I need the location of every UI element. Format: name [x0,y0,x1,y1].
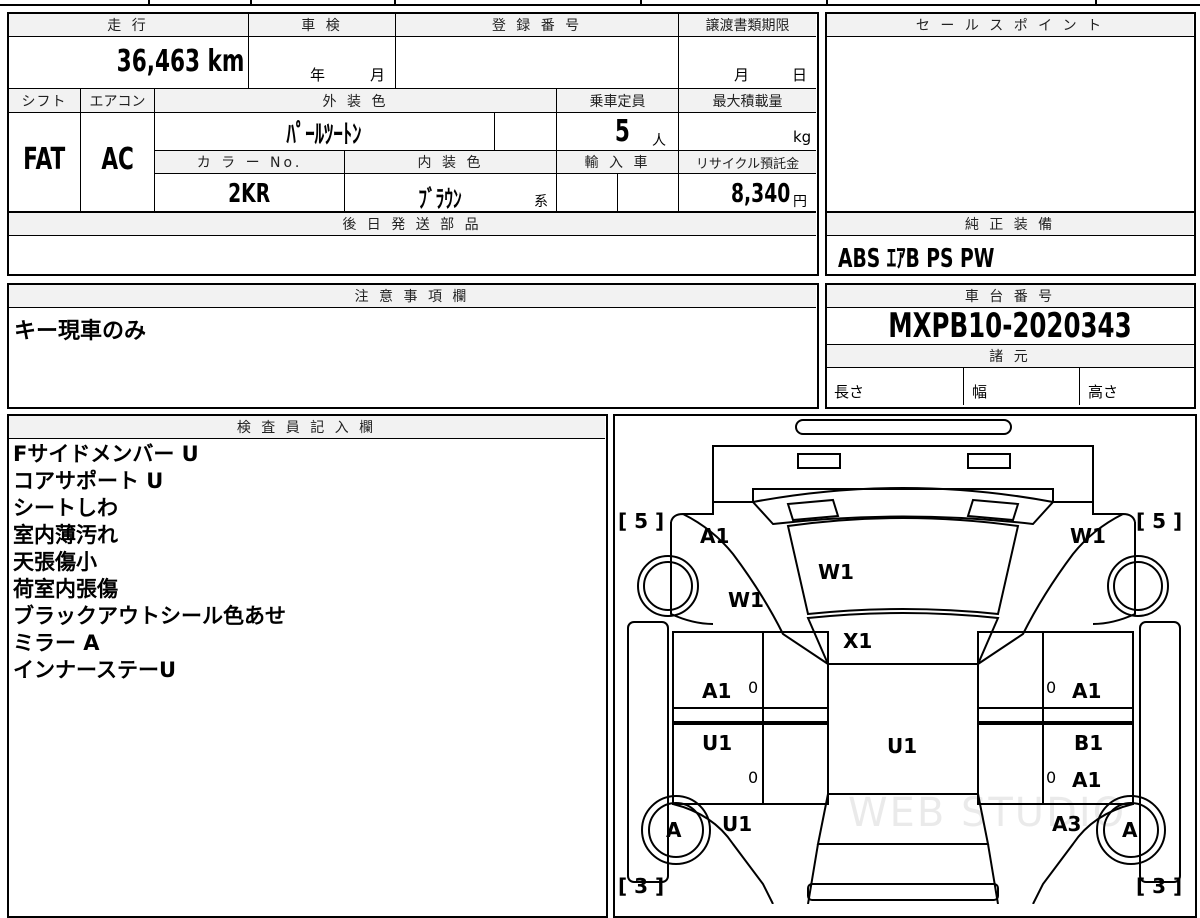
left-front-door-mark: 0 [748,678,759,697]
right-rear-door-mark: 0 [1046,768,1057,787]
damage-front-left-fender: A1 [700,524,730,548]
tire-front-right-label: [ 5 ] [1136,509,1183,533]
front-panel-shape [712,445,1094,503]
notes-value: キー現車のみ [14,319,147,344]
clip-divider [1095,0,1097,6]
rear-bumper-shape [807,883,999,901]
right-step-shape [1139,621,1181,883]
capacity-value: 5 [614,114,630,149]
mileage-value: 36,463 km [116,44,244,79]
shift-value: FAT [22,142,66,177]
ac-header: エアコン [89,93,146,110]
import-header: 輸 入 車 [584,155,651,171]
sales-point-header: セ ー ル ス ポ イ ン ト [915,17,1105,34]
shift-header: シフト [21,93,67,110]
inspector-note: ブラックアウトシール色あせ [13,604,286,628]
headlight-left-shape [797,453,841,469]
right-front-door-mark: 0 [1046,678,1057,697]
specs-header: 諸 元 [989,349,1031,365]
shaken-year-unit: 年 [310,66,326,84]
damage-front-right-fender: W1 [1070,524,1106,548]
equipment-header: 純 正 装 備 [964,217,1056,233]
damage-left-pillar: W1 [728,588,764,612]
recycle-value: 8,340 [730,179,790,209]
roof-shape [827,663,979,795]
recycle-header: リサイクル預託金 [695,156,800,172]
tire-front-left-label: [ 5 ] [618,509,665,533]
front-left-wheel-shape [637,555,699,617]
damage-left-front-door: A1 [702,679,732,703]
damage-right-rear-door-2: A1 [1072,768,1102,792]
damage-windshield: W1 [818,560,854,584]
chassis-header: 車 台 番 号 [964,288,1056,305]
damage-left-quarter: U1 [722,812,753,836]
equipment-value: ABS ｴｱB PS PW [838,244,995,274]
damage-left-rear-wheel: A [666,818,682,842]
width-label: 幅 [972,383,988,401]
hood-vent-right-shape [966,498,1020,522]
inspector-note: インナーステーU [13,658,177,682]
roof-front-shape [806,612,1000,665]
registration-number-header: 登 録 番 号 [491,17,583,34]
front-bumper-shape [795,419,1012,435]
interior-color-header: 内 装 色 [417,155,484,171]
shaken-header: 車 検 [301,17,343,34]
ac-value: AC [101,142,134,177]
max-load-unit: kg [793,128,812,146]
inspector-note: Fサイドメンバー U [13,442,199,466]
max-load-header: 最大積載量 [712,93,783,110]
shaken-month-unit: 月 [370,66,386,84]
damage-right-rear-door: B1 [1074,731,1104,755]
clip-divider [148,0,150,6]
exterior-color-value: ﾊﾟｰﾙﾂｰﾄﾝ [287,120,362,150]
chassis-number: MXPB10-2020343 [888,306,1132,346]
interior-color-suffix: 系 [534,194,548,210]
transfer-day-unit: 日 [792,66,808,84]
capacity-unit: 人 [652,133,666,149]
transfer-month-unit: 月 [734,66,750,84]
top-clipped-border [0,4,1200,6]
inspector-note: コアサポート U [13,469,164,493]
mileage-header: 走 行 [107,17,149,34]
inspector-note: ミラー A [13,631,100,655]
clip-divider [250,0,252,6]
left-rear-door-mark: 0 [748,768,759,787]
damage-floor: U1 [887,734,918,758]
inspector-notes-list: Fサイドメンバー U コアサポート U シートしわ 室内薄汚れ 天張傷小 荷室内… [13,441,286,684]
height-label: 高さ [1088,383,1119,401]
color-no-value: 2KR [228,179,271,209]
damage-left-rear-door: U1 [702,731,733,755]
interior-color-value: ﾌﾞﾗｳﾝ [418,185,462,213]
clip-divider [826,0,828,6]
left-rear-door-shape [672,723,829,805]
later-parts-header: 後 日 発 送 部 品 [342,217,482,233]
capacity-header: 乗車定員 [589,93,646,110]
tire-rear-left-label: [ 3 ] [618,874,665,898]
inspector-header: 検 査 員 記 入 欄 [236,419,377,436]
notes-header: 注 意 事 項 欄 [354,288,470,305]
headlight-right-shape [967,453,1011,469]
damage-roof-front: X1 [843,629,873,653]
watermark: WEB STUDIO [848,790,1127,836]
inspector-note: シートしわ [13,496,118,520]
left-step-shape [627,621,669,883]
recycle-unit: 円 [793,194,807,210]
clip-divider [640,0,642,6]
damage-right-front-door: A1 [1072,679,1102,703]
tire-rear-right-label: [ 3 ] [1136,874,1183,898]
inspector-note: 荷室内張傷 [13,577,118,601]
right-fender-shape [977,502,1136,665]
inspector-note: 室内薄汚れ [13,523,118,547]
clip-divider [394,0,396,6]
inspector-note: 天張傷小 [13,550,97,574]
transfer-deadline-header: 譲渡書類期限 [705,17,790,34]
color-no-header: カ ラ ー No. [196,155,303,171]
hood-vent-left-shape [786,498,840,522]
left-fender-shape [670,502,829,665]
front-right-wheel-shape [1107,555,1169,617]
exterior-color-header: 外 装 色 [322,93,389,110]
length-label: 長さ [834,383,865,401]
